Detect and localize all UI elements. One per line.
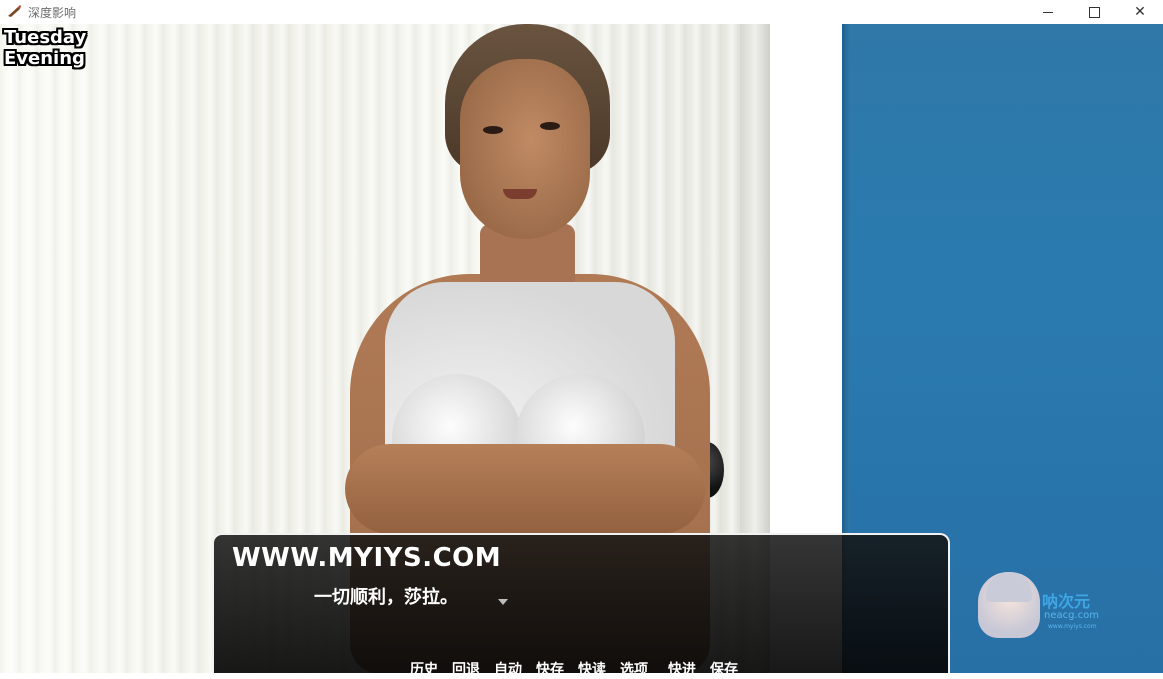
watermark-mascot-icon	[978, 572, 1040, 638]
time-indicator: Tuesday Evening	[4, 27, 86, 69]
quick-menu-history[interactable]: 历史	[410, 659, 438, 679]
watermark-sub: www.myiys.com	[1048, 623, 1097, 630]
day-label: Tuesday	[4, 27, 87, 48]
time-of-day-label: Evening	[4, 48, 85, 69]
continue-arrow-icon	[498, 599, 508, 605]
dialogue-box[interactable]: WWW.MYIYS.COM 一切顺利，莎拉。 历史 回退 自动 快存 快读 选项…	[212, 533, 950, 678]
character-mouth	[503, 189, 537, 199]
quick-menu-save[interactable]: 保存	[710, 659, 738, 679]
character-eye-right	[540, 122, 560, 130]
quick-menu-quicksave[interactable]: 快存	[536, 659, 564, 679]
window-titlebar: 深度影响 ✕	[0, 0, 1163, 24]
dialogue-text: 一切顺利，莎拉。	[314, 587, 458, 608]
character-arms	[345, 444, 705, 534]
watermark-title: 呐次元	[1042, 592, 1091, 611]
quick-menu: 历史 回退 自动 快存 快读 选项 快进 保存	[410, 659, 752, 679]
watermark-url: neacg.com	[1044, 610, 1099, 621]
app-icon	[6, 4, 22, 20]
watermark: 呐次元 neacg.com www.myiys.com	[978, 572, 1108, 638]
quick-menu-quickload[interactable]: 快读	[578, 659, 606, 679]
character-face	[460, 59, 590, 239]
quick-menu-rollback[interactable]: 回退	[452, 659, 480, 679]
quick-menu-options[interactable]: 选项	[620, 659, 648, 679]
quick-menu-skip[interactable]: 快进	[668, 659, 696, 679]
character-eye-left	[483, 126, 503, 134]
window-controls: ✕	[1025, 0, 1163, 24]
quick-menu-auto[interactable]: 自动	[494, 659, 522, 679]
close-button[interactable]: ✕	[1117, 0, 1163, 24]
window-title: 深度影响	[28, 5, 77, 20]
maximize-button[interactable]	[1071, 0, 1117, 24]
speaker-name: WWW.MYIYS.COM	[232, 543, 502, 573]
minimize-button[interactable]	[1025, 0, 1071, 24]
